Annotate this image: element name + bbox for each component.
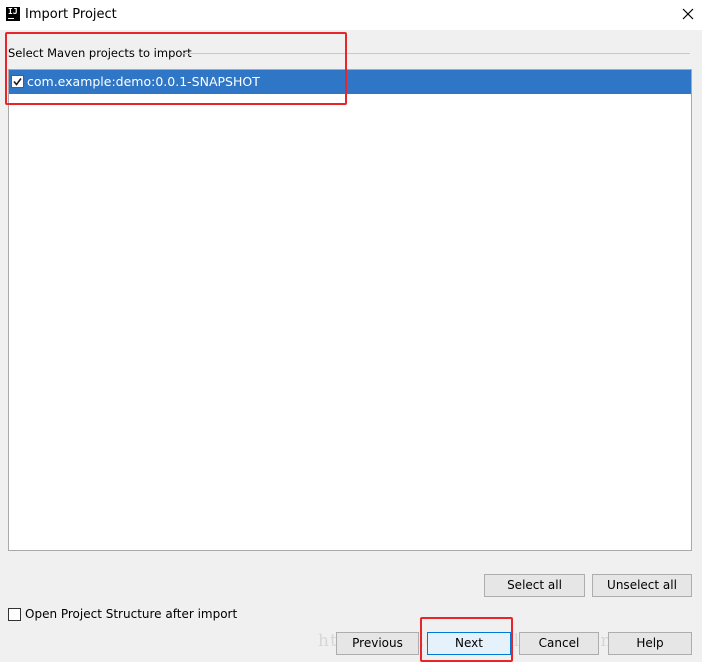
project-list[interactable]: com.example:demo:0.0.1-SNAPSHOT	[8, 69, 692, 551]
previous-label: Previous	[352, 636, 403, 650]
panel-label: Select Maven projects to import	[8, 46, 192, 60]
title-bar: IJ Import Project	[0, 0, 702, 30]
project-checkbox[interactable]	[11, 75, 24, 88]
help-label: Help	[636, 636, 664, 650]
next-label: Next	[455, 636, 483, 650]
cancel-button[interactable]: Cancel	[519, 632, 599, 655]
open-structure-label[interactable]: Open Project Structure after import	[25, 607, 237, 622]
window-title: Import Project	[25, 7, 117, 22]
help-button[interactable]: Help	[608, 632, 692, 655]
select-all-button[interactable]: Select all	[484, 574, 585, 597]
cancel-label: Cancel	[538, 636, 580, 650]
select-all-label: Select all	[507, 578, 562, 592]
next-button[interactable]: Next	[427, 632, 511, 655]
unselect-all-button[interactable]: Unselect all	[592, 574, 692, 597]
checkmark-icon	[13, 78, 22, 86]
panel-divider	[182, 53, 690, 54]
open-structure-checkbox[interactable]	[8, 608, 21, 621]
close-button[interactable]	[678, 4, 698, 24]
list-item[interactable]: com.example:demo:0.0.1-SNAPSHOT	[9, 70, 691, 94]
project-label: com.example:demo:0.0.1-SNAPSHOT	[27, 74, 260, 89]
close-icon	[682, 8, 694, 20]
unselect-all-label: Unselect all	[607, 578, 677, 592]
intellij-icon: IJ	[6, 7, 20, 21]
previous-button[interactable]: Previous	[336, 632, 419, 655]
